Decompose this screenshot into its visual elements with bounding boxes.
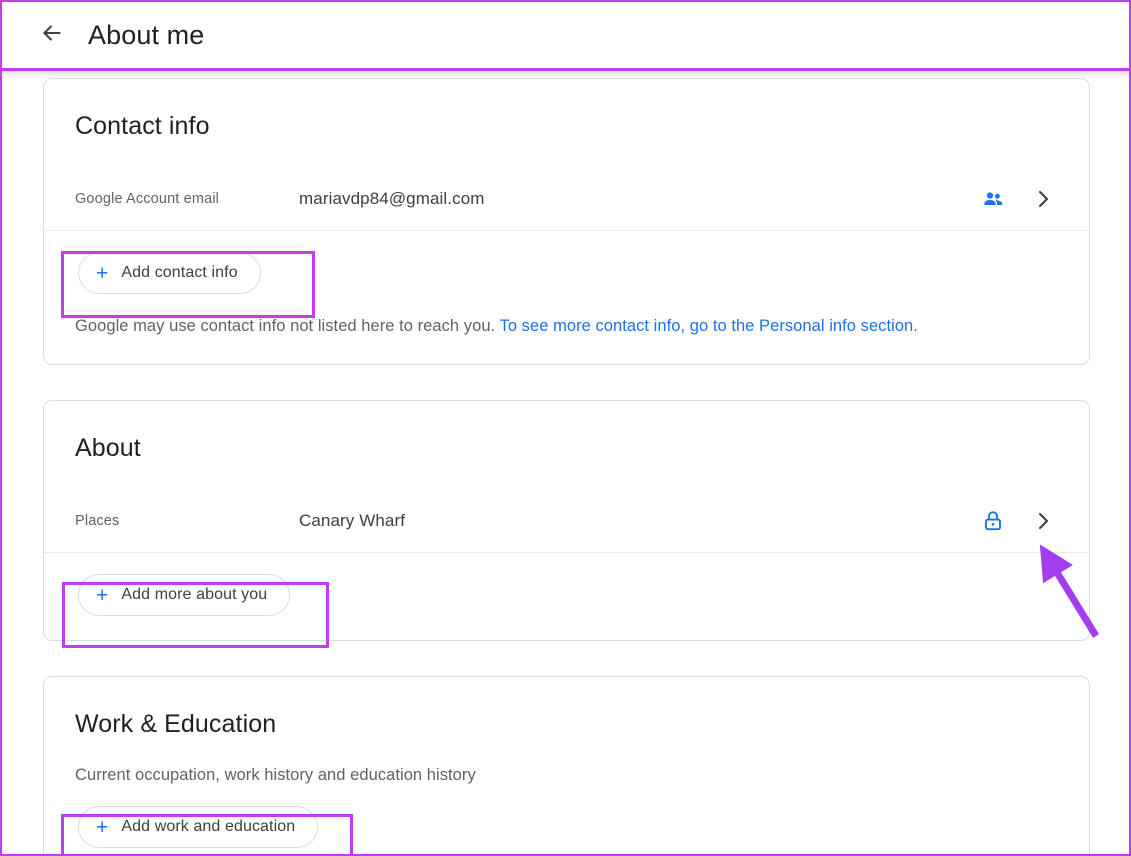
row-icons: [981, 509, 1055, 533]
scroll-content: Contact info Google Account email mariav…: [2, 78, 1129, 854]
personal-info-link[interactable]: To see more contact info, go to the Pers…: [500, 317, 918, 335]
card-work-education: Work & Education Current occupation, wor…: [43, 676, 1090, 854]
row-label: Places: [75, 513, 120, 529]
add-work-and-education-button-wrap: + Add work and education: [44, 785, 1089, 848]
arrow-left-icon: [39, 20, 65, 51]
card-title: Work & Education: [75, 710, 277, 738]
contact-info-helper-text: Google may use contact info not listed h…: [44, 294, 1089, 364]
about-me-screen: Birthday 06 June 1996: [0, 0, 1131, 856]
helper-static-text: Google may use contact info not listed h…: [75, 317, 500, 335]
plus-icon: +: [96, 583, 109, 607]
add-more-about-you-button[interactable]: + Add more about you: [78, 574, 291, 616]
page-title: About me: [88, 19, 205, 50]
card-bottom-padding: [44, 616, 1089, 640]
row-value: Canary Wharf: [299, 511, 406, 530]
plus-icon: +: [96, 261, 109, 285]
row-google-account-email[interactable]: Google Account email mariavdp84@gmail.co…: [44, 168, 1089, 231]
row-label: Google Account email: [75, 191, 220, 207]
card-title: About: [75, 434, 141, 462]
add-contact-info-label: Add contact info: [121, 264, 238, 281]
work-education-subtitle: Current occupation, work history and edu…: [75, 766, 476, 784]
chevron-right-icon[interactable]: [1031, 187, 1055, 211]
card-bottom-padding: [44, 848, 1089, 854]
back-button[interactable]: [35, 18, 69, 52]
add-more-about-you-button-wrap: + Add more about you: [44, 553, 1089, 616]
row-value: mariavdp84@gmail.com: [299, 189, 485, 208]
chevron-right-icon[interactable]: [1031, 509, 1055, 533]
add-work-and-education-button[interactable]: + Add work and education: [78, 806, 319, 848]
people-icon[interactable]: [981, 187, 1005, 211]
row-places[interactable]: Places Canary Wharf: [44, 490, 1089, 553]
add-contact-info-button-wrap: + Add contact info: [44, 231, 1089, 294]
card-contact-info: Contact info Google Account email mariav…: [43, 78, 1090, 365]
app-header: About me: [2, 2, 1129, 71]
add-more-about-you-label: Add more about you: [121, 586, 268, 603]
card-title: Contact info: [75, 112, 210, 140]
card-about: About Places Canary Wharf + Add more abo…: [43, 400, 1090, 641]
lock-icon[interactable]: [981, 509, 1005, 533]
plus-icon: +: [96, 815, 109, 839]
add-contact-info-button[interactable]: + Add contact info: [78, 252, 261, 294]
header-shadow: [2, 71, 1129, 78]
row-icons: [981, 187, 1055, 211]
add-work-and-education-label: Add work and education: [121, 818, 296, 835]
